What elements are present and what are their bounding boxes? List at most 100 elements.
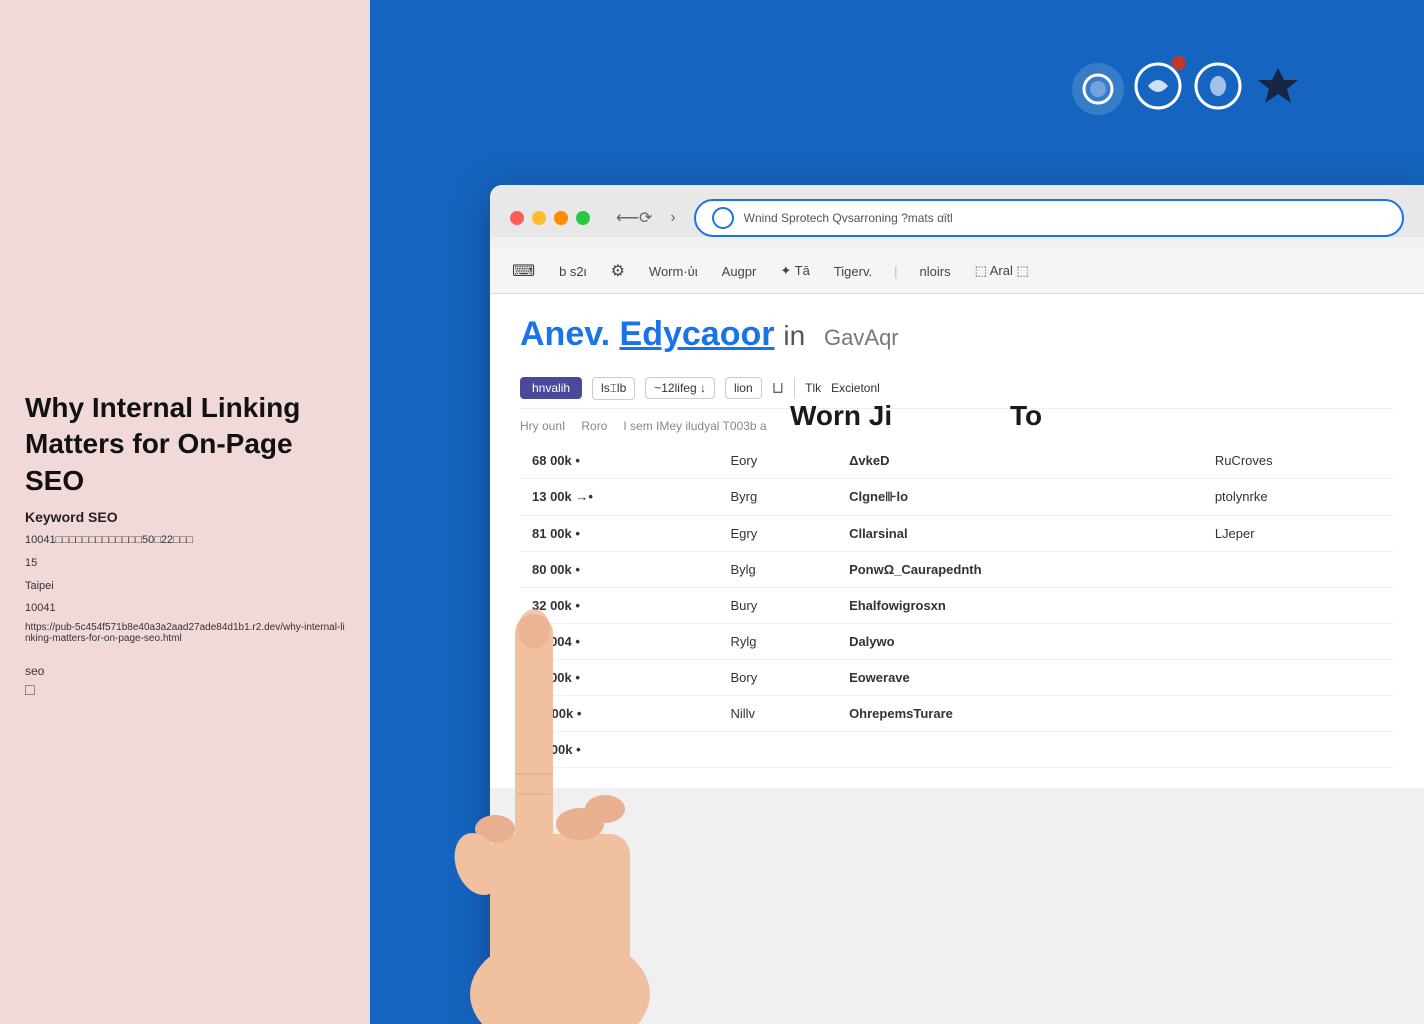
- vol-cell: 8F 00k •: [520, 731, 719, 767]
- browser-chrome: ⟵⟳ › Wnind Sprotech Qvsarroning ?mats αϊ…: [490, 185, 1424, 237]
- extra-cell: [1203, 695, 1394, 731]
- address-bar[interactable]: Wnind Sprotech Qvsarroning ?mats αϊtl: [694, 199, 1404, 237]
- keyword-cell: PonwΩ_Caurapednth: [837, 551, 1203, 587]
- diff-cell: Bylg: [719, 551, 838, 587]
- nav-item-tigerv[interactable]: Tigerv.: [832, 260, 874, 283]
- filter1-tag[interactable]: ~12lifeg ↓: [645, 377, 715, 399]
- vol-cell: 32 00k •: [520, 659, 719, 695]
- heading-part3: GavAqr: [824, 325, 899, 350]
- decorative-icon-1: [1072, 63, 1124, 115]
- subheading-row: Hry ounΙ Roro I sem IMey iludyal T003b a: [520, 413, 1394, 443]
- nav-icon-2[interactable]: ⚙: [609, 257, 627, 285]
- diff-cell: Bory: [719, 659, 838, 695]
- table-row[interactable]: 80 00k • Bylg PonwΩ_Caurapednth: [520, 551, 1394, 587]
- keyword-cell: Dalywo: [837, 623, 1203, 659]
- nav-item-bsz[interactable]: b s2ι: [557, 260, 588, 283]
- nav-item-aral[interactable]: ⬚ Aral ⬚: [973, 259, 1031, 283]
- page-content: Anev. Edycaoor in GavAqr hnvalih ls⌶lb ~…: [490, 294, 1424, 788]
- extra-cell: [1203, 551, 1394, 587]
- browser-nav: ⌨ b s2ι ⚙ Worm·ύι Augpr ✦ Tā Tigerv. | n…: [490, 249, 1424, 294]
- table-row[interactable]: 32 00k • Bury Ehalfowigrosxn: [520, 587, 1394, 623]
- vol-cell: 13 00k →•: [520, 478, 719, 515]
- diff-cell: Nillv: [719, 695, 838, 731]
- subhead-col2: Roro: [581, 419, 607, 433]
- diff-cell: Bury: [719, 587, 838, 623]
- top-icons: [1072, 60, 1304, 117]
- table-row[interactable]: 17 004 • Rylg Dalywo: [520, 623, 1394, 659]
- sidebar-url[interactable]: https://pub-5c454f571b8e40a3a2aad27ade84…: [25, 622, 345, 644]
- table-row[interactable]: 13 00k →• Byrg Clgne⊪lo ptolynrke: [520, 478, 1394, 515]
- extra-cell: [1203, 623, 1394, 659]
- extra-cell: [1203, 659, 1394, 695]
- sidebar-meta-num1: 15: [25, 554, 345, 573]
- table-body: 68 00k • Eory ΔvkeD RuCroves 13 00k →• B…: [520, 443, 1394, 768]
- forward-button[interactable]: ›: [664, 207, 681, 229]
- sidebar-icon: □: [25, 682, 345, 700]
- keyword-cell: Eowerave: [837, 659, 1203, 695]
- nav-item-ta[interactable]: ✦ Tā: [778, 259, 811, 283]
- main-area: ⟵⟳ › Wnind Sprotech Qvsarroning ?mats αϊ…: [370, 0, 1424, 1024]
- sidebar-title: Why Internal Linking Matters for On-Page…: [25, 390, 345, 499]
- nav-item-worm[interactable]: Worm·ύι: [647, 260, 700, 283]
- data-table: 68 00k • Eory ΔvkeD RuCroves 13 00k →• B…: [520, 443, 1394, 768]
- sidebar-tag: seo: [25, 664, 345, 678]
- extra-cell: [1203, 587, 1394, 623]
- nav-item-augpr[interactable]: Augpr: [720, 260, 759, 283]
- extra-cell: ptolynrke: [1203, 478, 1394, 515]
- nav-item-nloirs[interactable]: nloirs: [918, 260, 953, 283]
- keyword-cell: [837, 731, 1203, 767]
- table-row[interactable]: 81 00k • Egry Cllarsinal LJeper: [520, 515, 1394, 551]
- toolbar-row: hnvalih ls⌶lb ~12lifeg ↓ lion ⊔ Tlk Exci…: [520, 369, 1394, 409]
- table-row[interactable]: 68 00k • Eory ΔvkeD RuCroves: [520, 443, 1394, 479]
- sidebar-meta-num2: 10041: [25, 599, 345, 618]
- diff-cell: Eory: [719, 443, 838, 479]
- field1-tag[interactable]: ls⌶lb: [592, 377, 635, 400]
- sidebar-meta-line1: 10041□□□□□□□□□□□□□50□22□□□: [25, 531, 345, 550]
- decorative-icon-4: [1252, 60, 1304, 117]
- toolbar-divider: [794, 378, 795, 398]
- nav-buttons: ⟵⟳ ›: [610, 206, 682, 230]
- address-circle-icon: [712, 207, 734, 229]
- vol-cell: 32 00k •: [520, 587, 719, 623]
- diff-cell: [719, 731, 838, 767]
- icon1-tag: ⊔: [772, 378, 784, 398]
- diff-cell: Egry: [719, 515, 838, 551]
- lion-tag[interactable]: lion: [725, 377, 762, 399]
- back-button[interactable]: ⟵⟳: [610, 206, 658, 230]
- diff-cell: Byrg: [719, 478, 838, 515]
- browser-window: ⟵⟳ › Wnind Sprotech Qvsarroning ?mats αϊ…: [490, 185, 1424, 1024]
- decorative-icon-3: [1192, 60, 1244, 117]
- keyword-cell: OhrepemsTurare: [837, 695, 1203, 731]
- table-row[interactable]: S0 00k • Nillv OhrepemsTurare: [520, 695, 1394, 731]
- sidebar-subtitle: Keyword SEO: [25, 509, 345, 525]
- decorative-icon-2: [1132, 60, 1184, 117]
- page-heading: Anev. Edycaoor in GavAqr: [520, 316, 899, 352]
- excietonl-tag[interactable]: Excietonl: [831, 381, 880, 395]
- traffic-light-yellow[interactable]: [532, 211, 546, 225]
- heading-part2: in: [783, 320, 805, 351]
- traffic-light-orange[interactable]: [554, 211, 568, 225]
- vol-cell: S0 00k •: [520, 695, 719, 731]
- heading-part1: Anev. Edycaoor: [520, 315, 774, 353]
- extra-cell: [1203, 731, 1394, 767]
- subhead-col1: Hry ounΙ: [520, 419, 565, 433]
- nav-divider: |: [894, 264, 897, 279]
- extra-cell: RuCroves: [1203, 443, 1394, 479]
- traffic-light-red[interactable]: [510, 211, 524, 225]
- keyword-cell: Cllarsinal: [837, 515, 1203, 551]
- extra-cell: LJeper: [1203, 515, 1394, 551]
- nav-icon-1[interactable]: ⌨: [510, 257, 537, 285]
- keyword-cell: Clgne⊪lo: [837, 478, 1203, 515]
- table-row[interactable]: 32 00k • Bory Eowerave: [520, 659, 1394, 695]
- page-heading-area: Anev. Edycaoor in GavAqr: [520, 314, 1394, 355]
- vol-cell: 68 00k •: [520, 443, 719, 479]
- invalid-button[interactable]: hnvalih: [520, 377, 582, 399]
- browser-top-bar: ⟵⟳ › Wnind Sprotech Qvsarroning ?mats αϊ…: [510, 199, 1404, 237]
- table-row[interactable]: 8F 00k •: [520, 731, 1394, 767]
- keyword-cell: ΔvkeD: [837, 443, 1203, 479]
- vol-cell: 80 00k •: [520, 551, 719, 587]
- diff-cell: Rylg: [719, 623, 838, 659]
- traffic-light-green[interactable]: [576, 211, 590, 225]
- vol-cell: 17 004 •: [520, 623, 719, 659]
- keyword-cell: Ehalfowigrosxn: [837, 587, 1203, 623]
